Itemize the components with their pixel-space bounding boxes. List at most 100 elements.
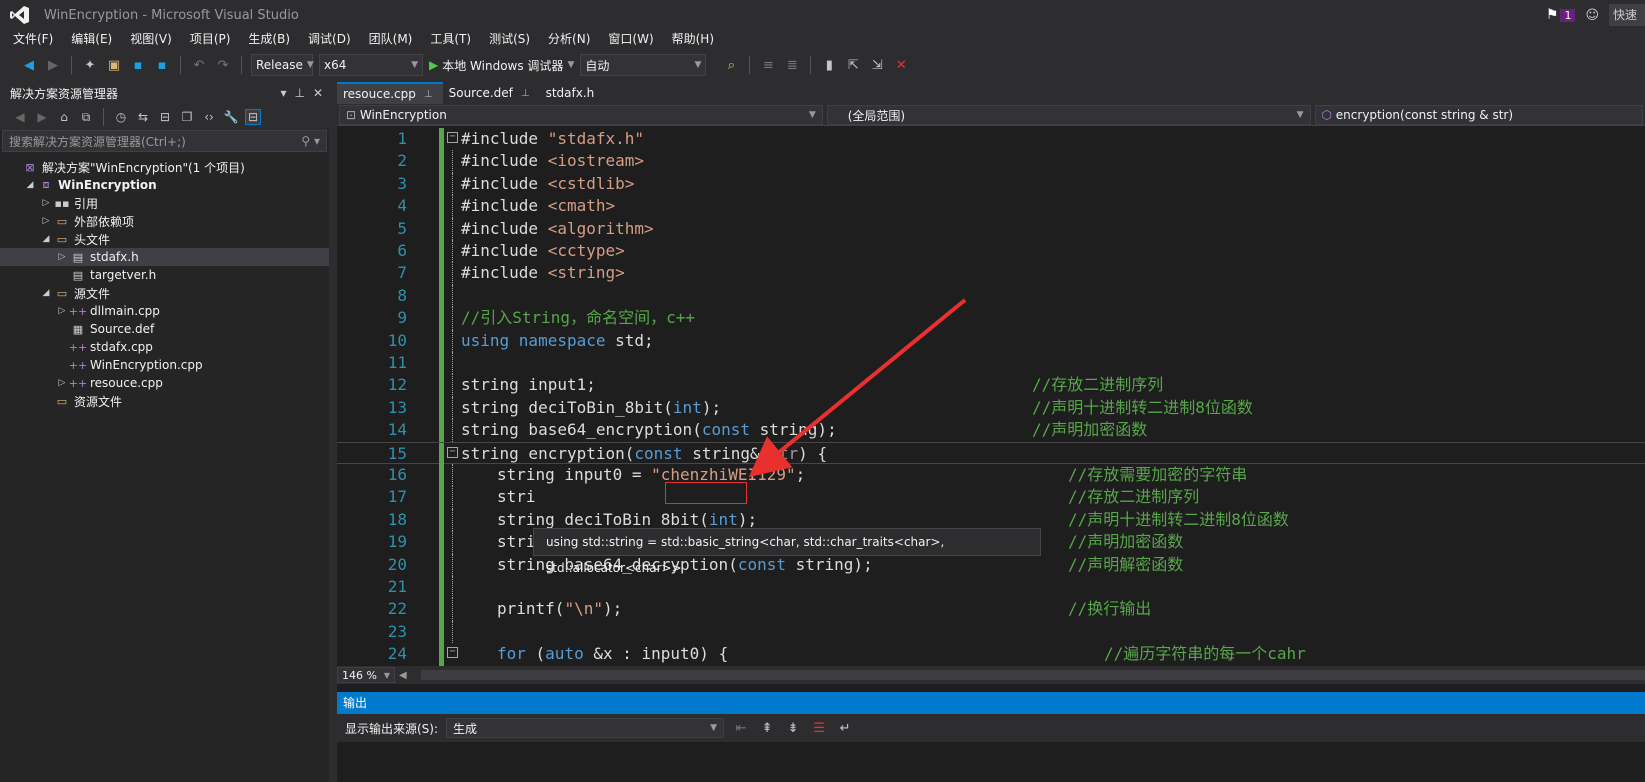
pin-icon[interactable]: ⊥ (424, 89, 433, 100)
code-line[interactable]: 21 (337, 576, 1645, 599)
menu-item[interactable]: 窗口(W) (599, 28, 662, 50)
uncomment-lines-icon[interactable]: ≣ (783, 56, 801, 74)
code-line[interactable]: 4 #include <cmath> (337, 195, 1645, 218)
code-line[interactable]: 1 − #include "stdafx.h" (337, 128, 1645, 151)
tree-item[interactable]: ⊠ 解决方案"WinEncryption"(1 个项目) (0, 158, 329, 176)
tree-item[interactable]: ▷ ▤ stdafx.h (0, 248, 329, 266)
new-project-icon[interactable]: ✦ (81, 56, 99, 74)
code-text-area[interactable]: 25 //创建8个空格的String变量bcStr24−for (auto &x… (337, 128, 1645, 666)
tree-item[interactable]: ▷ ++ dllmain.cpp (0, 302, 329, 320)
scroll-left-icon[interactable]: ◀ (399, 670, 407, 681)
sync-icon[interactable]: ⇆ (135, 109, 151, 125)
comment-lines-icon[interactable]: ≡ (759, 56, 777, 74)
properties-icon[interactable]: 🔧 (223, 109, 239, 125)
menu-item[interactable]: 分析(N) (539, 28, 599, 50)
code-line[interactable]: 15 − string encryption(const string& str) … (337, 441, 1645, 465)
collapse-arrow-icon[interactable]: ◢ (40, 288, 52, 298)
next-message-icon[interactable]: ⇟ (784, 719, 802, 737)
code-line[interactable]: 5 #include <algorithm> (337, 217, 1645, 240)
window-position-icon[interactable]: ▾ (280, 86, 286, 100)
output-text-area[interactable] (337, 742, 1645, 782)
notifications-button[interactable]: ⚑ 1 (1546, 7, 1576, 23)
member-nav-select[interactable]: ⬡ encryption(const string & str) (1314, 105, 1643, 125)
horizontal-scrollbar[interactable] (420, 670, 1645, 680)
expand-arrow-icon[interactable]: ▷ (56, 378, 68, 388)
save-icon[interactable]: ▪ (129, 56, 147, 74)
code-line[interactable]: 17 stri //存放二进制序列 (337, 486, 1645, 509)
code-line[interactable]: 8 (337, 284, 1645, 308)
bookmark-icon[interactable]: ▮ (820, 56, 838, 74)
run-mode-select[interactable]: 自动 ▼ (580, 54, 707, 76)
preview-selected-icon[interactable]: ⊟ (245, 109, 261, 125)
redo-icon[interactable]: ↷ (214, 56, 232, 74)
collapse-region-icon[interactable]: − (447, 132, 458, 143)
tree-item[interactable]: ◢ ▭ 源文件 (0, 284, 329, 302)
home-icon[interactable]: ⌂ (56, 109, 72, 125)
collapse-all-icon[interactable]: ⊟ (157, 109, 173, 125)
document-tab[interactable]: Source.def ⊥ (443, 82, 540, 104)
quick-launch-input[interactable]: 快速 (1609, 4, 1645, 26)
tree-item[interactable]: ▷ ++ resouce.cpp (0, 374, 329, 392)
menu-item[interactable]: 帮助(H) (663, 28, 723, 50)
expand-arrow-icon[interactable]: ▷ (40, 198, 52, 208)
code-line[interactable]: 24 − for (auto &x : input0) {//遍历字符串的每一个ca… (337, 643, 1645, 666)
zoom-select[interactable]: 146 % ▼ (337, 667, 395, 683)
pin-icon[interactable]: ⊥ (521, 88, 530, 99)
menu-item[interactable]: 调试(D) (299, 28, 360, 50)
feedback-icon[interactable]: ☺ (1585, 8, 1599, 23)
menu-item[interactable]: 团队(M) (360, 28, 422, 50)
back-icon[interactable]: ◀ (12, 109, 28, 125)
undo-icon[interactable]: ↶ (190, 56, 208, 74)
view-code-icon[interactable]: ‹› (201, 109, 217, 125)
save-all-icon[interactable]: ▪ (153, 56, 171, 74)
code-line[interactable]: 11 (337, 352, 1645, 375)
code-line[interactable]: 16 string input0 = "chenzhiWEI129"; //存放需要… (337, 464, 1645, 487)
collapse-region-icon[interactable]: − (447, 647, 458, 659)
collapse-region-icon[interactable]: − (447, 446, 458, 458)
open-file-icon[interactable]: ▣ (105, 56, 123, 74)
code-line[interactable]: 14 string base64_encryption(const string)… (337, 419, 1645, 442)
forward-icon[interactable]: ▶ (44, 56, 62, 74)
back-icon[interactable]: ◀ (20, 56, 38, 74)
expand-arrow-icon[interactable]: ▷ (56, 252, 68, 262)
tree-item[interactable]: ▷ ▪▪ 引用 (0, 194, 329, 212)
previous-message-icon[interactable]: ⇞ (758, 719, 776, 737)
find-message-icon[interactable]: ⇤ (732, 719, 750, 737)
previous-bookmark-icon[interactable]: ⇱ (844, 56, 862, 74)
menu-item[interactable]: 编辑(E) (62, 28, 121, 50)
find-in-files-icon[interactable]: ⌕ (722, 56, 740, 74)
code-line[interactable]: 12 string input1; //存放二进制序列 (337, 374, 1645, 397)
configuration-select[interactable]: Release ▼ (251, 54, 314, 76)
code-line[interactable]: 6 #include <cctype> (337, 240, 1645, 263)
tree-item[interactable]: ▷ ▭ 外部依赖项 (0, 212, 329, 230)
code-line[interactable]: 23 (337, 620, 1645, 644)
output-source-select[interactable]: 生成 ▼ (446, 718, 725, 738)
pending-changes-filter-icon[interactable]: ◷ (113, 109, 129, 125)
project-nav-select[interactable]: ⊡ WinEncryption ▼ (339, 105, 823, 125)
forward-icon[interactable]: ▶ (34, 109, 50, 125)
menu-item[interactable]: 项目(P) (181, 28, 240, 50)
clear-bookmarks-icon[interactable]: ✕ (892, 56, 910, 74)
collapse-arrow-icon[interactable]: ◢ (40, 234, 52, 244)
solution-search-input[interactable]: 搜索解决方案资源管理器(Ctrl+;) ⚲ ▾ (2, 130, 327, 152)
collapse-arrow-icon[interactable]: ◢ (24, 180, 36, 190)
tree-item[interactable]: ++ stdafx.cpp (0, 338, 329, 356)
expand-arrow-icon[interactable]: ▷ (40, 216, 52, 226)
pin-icon[interactable]: ⊥ (294, 86, 304, 100)
tree-item[interactable]: ▦ Source.def (0, 320, 329, 338)
show-all-files-icon[interactable]: ❐ (179, 109, 195, 125)
code-line[interactable]: 3 #include <cstdlib> (337, 172, 1645, 196)
tree-item[interactable]: ++ WinEncryption.cpp (0, 356, 329, 374)
close-icon[interactable]: ✕ (313, 86, 323, 100)
document-tab[interactable]: resouce.cpp ⊥ (337, 82, 443, 104)
switch-views-icon[interactable]: ⧉ (78, 109, 94, 125)
code-line[interactable]: 9 //引入String，命名空间，c++ (337, 307, 1645, 330)
menu-item[interactable]: 生成(B) (239, 28, 299, 50)
code-line[interactable]: 22 printf("\n"); //换行输出 (337, 598, 1645, 621)
menu-item[interactable]: 工具(T) (421, 28, 480, 50)
expand-arrow-icon[interactable]: ▷ (56, 306, 68, 316)
tree-item[interactable]: ◢ ⧈ WinEncryption (0, 176, 329, 194)
scope-nav-select[interactable]: (全局范围) ▼ (826, 105, 1311, 125)
next-bookmark-icon[interactable]: ⇲ (868, 56, 886, 74)
tree-item[interactable]: ▭ 资源文件 (0, 392, 329, 410)
